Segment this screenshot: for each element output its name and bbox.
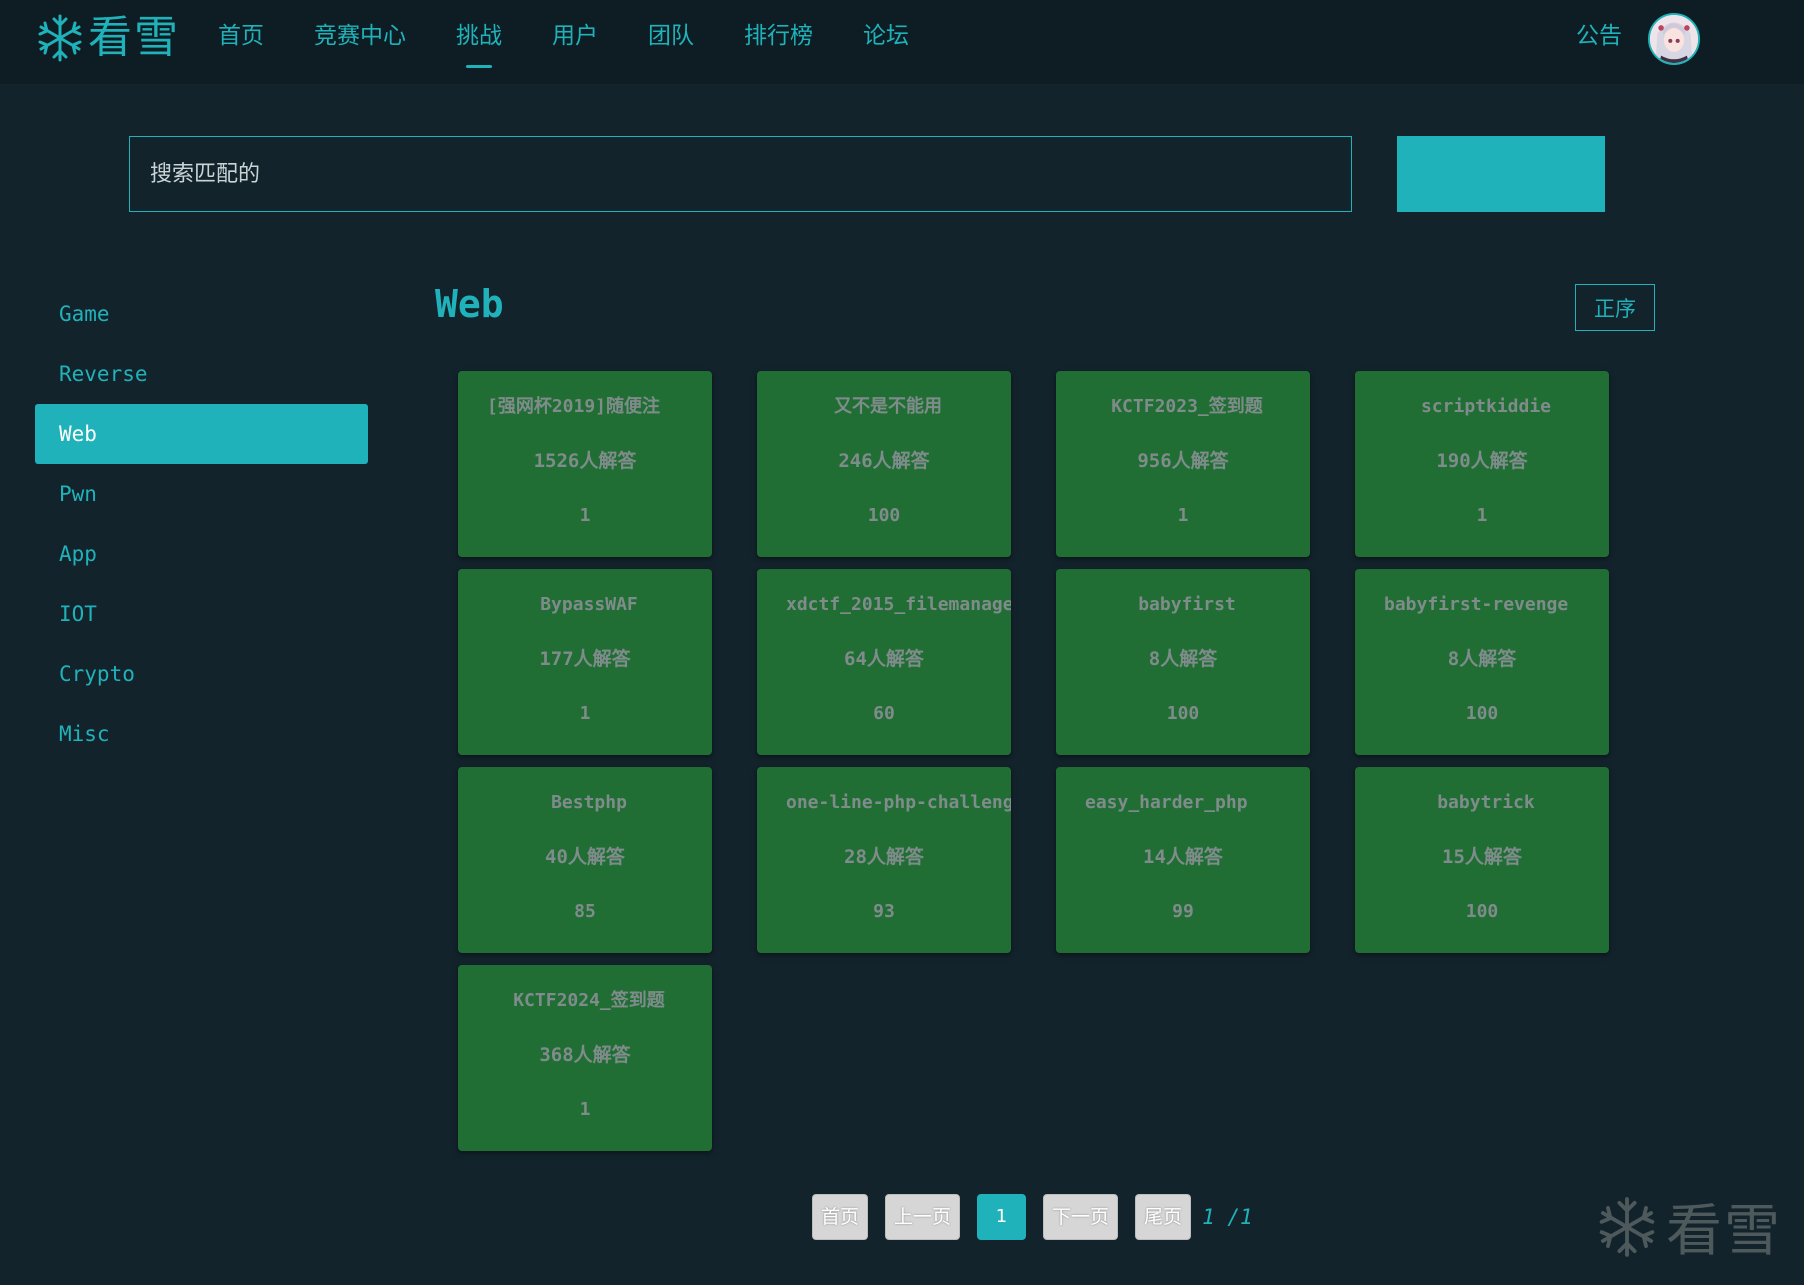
challenge-card[interactable]: babyfirst-revenge 8人解答 100	[1355, 569, 1609, 755]
challenge-name: easy_harder_php	[1085, 792, 1248, 813]
challenge-score: 93	[873, 901, 895, 922]
challenge-name: 又不是不能用	[834, 396, 942, 417]
challenge-solved-count: 1526人解答	[533, 450, 637, 472]
user-avatar[interactable]	[1648, 13, 1700, 65]
anime-girl-avatar-icon	[1650, 15, 1698, 63]
first-page-button[interactable]: 首页	[812, 1194, 869, 1240]
challenge-solved-count: 64人解答	[844, 648, 924, 670]
category-sidebar: Game Reverse Web Pwn App IOT Crypto Misc	[35, 284, 368, 764]
search-button[interactable]	[1397, 136, 1605, 212]
challenge-card[interactable]: BypassWAF 177人解答 1	[458, 569, 712, 755]
watermark-logo: 看雪	[1594, 1186, 1782, 1267]
challenge-score: 85	[574, 901, 596, 922]
main-nav: 首页 竞赛中心 挑战 用户 团队 排行榜 论坛	[218, 0, 959, 84]
challenge-score: 100	[867, 505, 901, 526]
sidebar-item-iot[interactable]: IOT	[35, 584, 368, 644]
challenge-solved-count: 246人解答	[838, 450, 930, 472]
current-page-button[interactable]: 1	[977, 1194, 1027, 1240]
challenge-card[interactable]: babyfirst 8人解答 100	[1056, 569, 1310, 755]
challenge-solved-count: 956人解答	[1137, 450, 1229, 472]
nav-users[interactable]: 用户	[552, 0, 598, 84]
challenge-name: KCTF2023_签到题	[1111, 396, 1263, 417]
challenge-score: 1	[1476, 505, 1488, 526]
challenge-card[interactable]: [强网杯2019]随便注 1526人解答 1	[458, 371, 712, 557]
nav-competition-center[interactable]: 竞赛中心	[314, 0, 406, 84]
challenge-name: Bestphp	[551, 792, 627, 813]
challenge-card[interactable]: 又不是不能用 246人解答 100	[757, 371, 1011, 557]
challenge-name: babyfirst	[1138, 594, 1236, 615]
last-page-button[interactable]: 尾页	[1135, 1194, 1192, 1240]
challenge-name: KCTF2024_签到题	[513, 990, 665, 1011]
challenge-solved-count: 190人解答	[1436, 450, 1528, 472]
challenge-score: 60	[873, 703, 895, 724]
top-navbar: 看雪 首页 竞赛中心 挑战 用户 团队 排行榜 论坛 公告	[0, 0, 1804, 84]
challenge-name: one-line-php-challenge	[786, 792, 1011, 813]
nav-home[interactable]: 首页	[218, 0, 264, 84]
challenge-card[interactable]: Bestphp 40人解答 85	[458, 767, 712, 953]
challenge-name: scriptkiddie	[1420, 396, 1552, 417]
pagination: 首页 上一页 1 下一页 尾页 1 /1	[812, 1194, 1253, 1240]
logo-text: 看雪	[88, 12, 180, 63]
challenge-score: 1	[579, 1099, 591, 1120]
challenge-solved-count: 8人解答	[1447, 648, 1517, 670]
challenge-name: [强网杯2019]随便注	[487, 396, 661, 417]
challenge-card[interactable]: babytrick 15人解答 100	[1355, 767, 1609, 953]
sidebar-item-web[interactable]: Web	[35, 404, 368, 464]
challenge-solved-count: 368人解答	[539, 1044, 631, 1066]
challenge-solved-count: 14人解答	[1143, 846, 1223, 868]
nav-challenges[interactable]: 挑战	[456, 0, 502, 84]
challenge-card[interactable]: xdctf_2015_filemanager 64人解答 60	[757, 569, 1011, 755]
notice-link[interactable]: 公告	[1576, 20, 1622, 52]
challenge-card[interactable]: scriptkiddie 190人解答 1	[1355, 371, 1609, 557]
challenge-grid: [强网杯2019]随便注 1526人解答 1 又不是不能用 246人解答 100…	[458, 371, 1609, 1151]
sidebar-item-game[interactable]: Game	[35, 284, 368, 344]
challenge-name: babyfirst-revenge	[1384, 594, 1569, 615]
snowflake-logo-icon	[38, 14, 82, 62]
snowflake-watermark-icon	[1599, 1196, 1655, 1257]
sidebar-item-reverse[interactable]: Reverse	[35, 344, 368, 404]
challenge-score: 100	[1465, 703, 1499, 724]
challenge-score: 99	[1172, 901, 1194, 922]
category-title: Web	[435, 282, 504, 326]
challenge-solved-count: 28人解答	[844, 846, 924, 868]
challenge-score: 100	[1465, 901, 1499, 922]
challenge-card[interactable]: KCTF2024_签到题 368人解答 1	[458, 965, 712, 1151]
site-logo[interactable]: 看雪	[34, 12, 180, 64]
page-info: 1 /1	[1202, 1205, 1253, 1229]
sidebar-item-misc[interactable]: Misc	[35, 704, 368, 764]
sidebar-item-app[interactable]: App	[35, 524, 368, 584]
prev-page-button[interactable]: 上一页	[885, 1194, 961, 1240]
challenge-card[interactable]: one-line-php-challenge 28人解答 93	[757, 767, 1011, 953]
search-input[interactable]	[129, 136, 1352, 212]
nav-leaderboard[interactable]: 排行榜	[744, 0, 813, 84]
challenge-card[interactable]: easy_harder_php 14人解答 99	[1056, 767, 1310, 953]
challenge-score: 1	[579, 703, 591, 724]
challenge-name: babytrick	[1437, 792, 1535, 813]
challenge-solved-count: 15人解答	[1442, 846, 1522, 868]
challenge-solved-count: 8人解答	[1148, 648, 1218, 670]
sort-order-button[interactable]: 正序	[1575, 284, 1655, 331]
sidebar-item-crypto[interactable]: Crypto	[35, 644, 368, 704]
nav-teams[interactable]: 团队	[648, 0, 694, 84]
challenge-solved-count: 177人解答	[539, 648, 631, 670]
challenge-score: 100	[1166, 703, 1200, 724]
watermark-text: 看雪	[1666, 1199, 1782, 1264]
challenge-name: xdctf_2015_filemanager	[786, 594, 1011, 615]
next-page-button[interactable]: 下一页	[1043, 1194, 1119, 1240]
nav-forum[interactable]: 论坛	[863, 0, 909, 84]
sidebar-item-pwn[interactable]: Pwn	[35, 464, 368, 524]
challenge-solved-count: 40人解答	[545, 846, 625, 868]
challenge-card[interactable]: KCTF2023_签到题 956人解答 1	[1056, 371, 1310, 557]
challenge-score: 1	[579, 505, 591, 526]
challenge-name: BypassWAF	[540, 594, 638, 615]
challenge-score: 1	[1177, 505, 1189, 526]
